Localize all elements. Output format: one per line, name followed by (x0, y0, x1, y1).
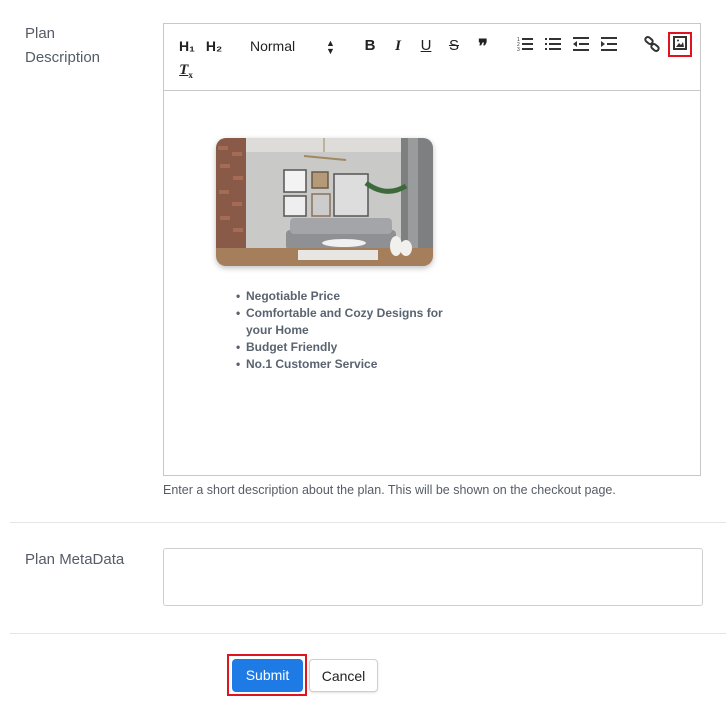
list-item: Budget Friendly (236, 339, 451, 356)
description-help-text: Enter a short description about the plan… (163, 483, 616, 497)
editor-toolbar: H₁ H₂ Normal ▲ ▼ B I U S ❞ 123 Tx (164, 24, 700, 91)
label-line-2: Description (25, 49, 101, 66)
ordered-list-icon: 123 (517, 37, 533, 52)
divider (10, 522, 726, 523)
strikethrough-button[interactable]: S (445, 36, 463, 56)
format-select[interactable]: Normal ▲ ▼ (250, 36, 340, 56)
indent-icon (601, 37, 617, 51)
submit-button-highlight (227, 654, 307, 696)
indent-button[interactable] (599, 36, 619, 56)
list-item: No.1 Customer Service (236, 356, 451, 373)
bold-button[interactable]: B (361, 36, 379, 56)
label-line-1: Plan (25, 25, 56, 42)
blockquote-button[interactable]: ❞ (473, 36, 493, 56)
plan-metadata-input[interactable] (163, 548, 703, 606)
feature-list: Negotiable Price Comfortable and Cozy De… (236, 288, 451, 373)
link-icon (644, 36, 660, 52)
svg-text:3: 3 (517, 47, 520, 52)
list-item: Comfortable and Cozy Designs for your Ho… (236, 305, 451, 339)
outdent-button[interactable] (571, 36, 591, 56)
clear-format-icon: Tx (179, 62, 193, 80)
divider (10, 633, 726, 634)
cancel-button[interactable]: Cancel (309, 659, 378, 692)
ordered-list-button[interactable]: 123 (515, 36, 535, 56)
select-arrows-icon: ▲ ▼ (326, 38, 335, 56)
bullet-list-icon (545, 38, 561, 50)
list-item: Negotiable Price (236, 288, 451, 305)
link-button[interactable] (642, 36, 662, 56)
living-room-photo (216, 138, 433, 266)
editor-content[interactable]: Negotiable Price Comfortable and Cozy De… (164, 91, 700, 475)
italic-button[interactable]: I (389, 36, 407, 56)
outdent-icon (573, 37, 589, 51)
clear-format-button[interactable]: Tx (176, 60, 196, 80)
rich-text-editor[interactable]: H₁ H₂ Normal ▲ ▼ B I U S ❞ 123 Tx • Nego… (163, 23, 701, 476)
plan-metadata-label: Plan MetaData (25, 551, 125, 568)
header-1-button[interactable]: H₁ (176, 36, 198, 56)
bullet-list-button[interactable] (543, 36, 563, 56)
header-2-button[interactable]: H₂ (203, 36, 225, 56)
living-room-image[interactable] (216, 138, 433, 266)
underline-button[interactable]: U (417, 36, 435, 56)
plan-description-label: Plan Description (25, 22, 100, 70)
format-select-value: Normal (250, 38, 296, 54)
image-button-highlight (668, 32, 692, 57)
